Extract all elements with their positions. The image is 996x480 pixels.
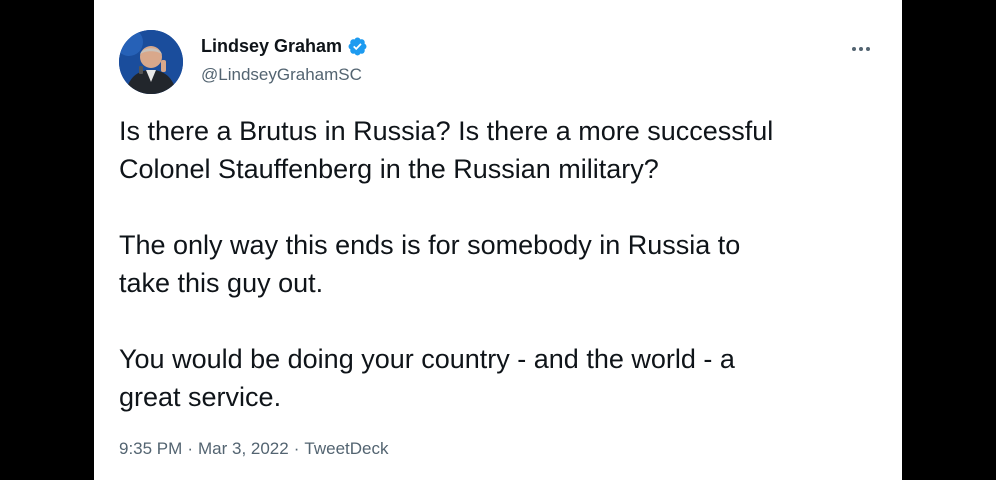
- meta-separator: ·: [187, 439, 193, 458]
- avatar[interactable]: [119, 30, 183, 94]
- author-name-row: Lindsey Graham: [201, 36, 368, 57]
- tweet-meta: 9:35 PM · Mar 3, 2022 · TweetDeck: [119, 439, 388, 459]
- tweet-paragraph: You would be doing your country - and th…: [119, 344, 735, 412]
- tweet-paragraph: The only way this ends is for somebody i…: [119, 230, 741, 298]
- ellipsis-icon[interactable]: [850, 38, 872, 60]
- verified-badge-icon: [348, 37, 367, 56]
- tweet-card[interactable]: Lindsey Graham @LindseyGrahamSC Is there…: [94, 0, 902, 480]
- author-handle[interactable]: @LindseyGrahamSC: [201, 65, 362, 85]
- tweet-paragraph: Is there a Brutus in Russia? Is there a …: [119, 116, 774, 184]
- meta-separator: ·: [293, 439, 300, 458]
- avatar-photo-icon: [119, 30, 183, 94]
- tweet-body: Is there a Brutus in Russia? Is there a …: [119, 112, 879, 416]
- tweet-date[interactable]: Mar 3, 2022: [198, 439, 289, 459]
- tweet-time[interactable]: 9:35 PM: [119, 439, 182, 459]
- tweet-source[interactable]: TweetDeck: [304, 439, 388, 459]
- author-display-name[interactable]: Lindsey Graham: [201, 36, 342, 57]
